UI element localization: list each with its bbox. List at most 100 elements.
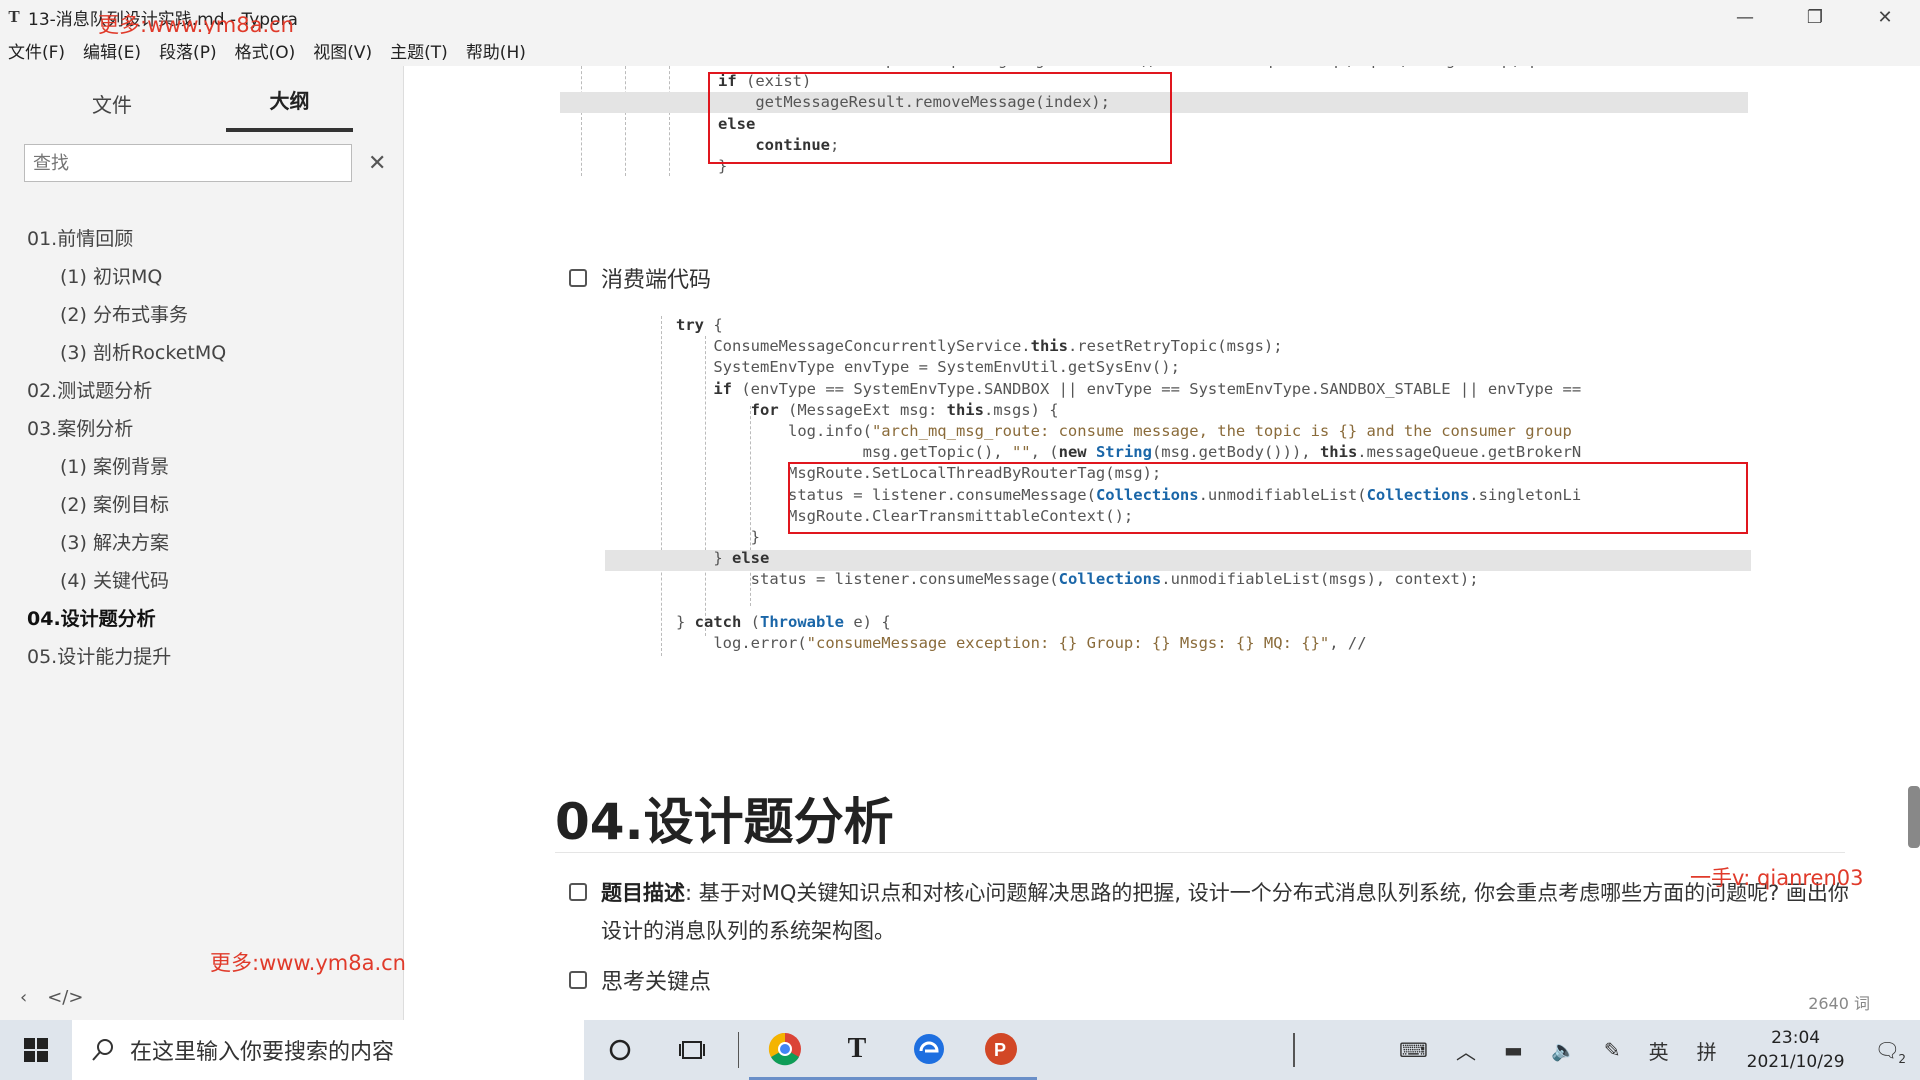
- outline-item[interactable]: (3) 剖析RocketMQ: [0, 334, 403, 372]
- code-line[interactable]: } else: [676, 548, 1581, 569]
- taskbar-divider: [738, 1032, 739, 1068]
- outline-item[interactable]: (2) 案例目标: [0, 486, 403, 524]
- cortana-icon[interactable]: [584, 1020, 656, 1080]
- code-line[interactable]: log.error("consumeMessage exception: {} …: [676, 633, 1581, 654]
- battery-icon[interactable]: ▬: [1504, 1038, 1523, 1062]
- menu-file[interactable]: 文件(F): [8, 38, 65, 63]
- system-tray: ⌨ ︿ ▬ 🔈 ✎ 英 拼 23:04 2021/10/29 🗨 2: [1293, 1020, 1920, 1080]
- code-line[interactable]: log.info("arch_mq_msg_route: consume mes…: [676, 421, 1581, 442]
- task-label: 消费端代码: [601, 268, 712, 293]
- tab-files[interactable]: 文件: [12, 89, 212, 132]
- taskbar-search-placeholder: 在这里输入你要搜索的内容: [130, 1040, 395, 1065]
- clock-date: 2021/10/29: [1746, 1052, 1845, 1072]
- clear-search-icon[interactable]: ✕: [368, 151, 386, 176]
- outline-item[interactable]: (4) 关键代码: [0, 562, 403, 600]
- menu-format[interactable]: 格式(O): [235, 38, 296, 63]
- svg-text:P: P: [994, 1040, 1006, 1060]
- minimize-button[interactable]: —: [1710, 0, 1780, 34]
- code-line[interactable]: if (envType == SystemEnvType.SANDBOX || …: [676, 379, 1581, 400]
- task-label: 思考关键点: [601, 970, 712, 995]
- code-line[interactable]: msg.getTopic(), "", (new String(msg.getB…: [676, 442, 1582, 463]
- code-line[interactable]: } catch (Throwable e) {: [676, 612, 1581, 633]
- code-line[interactable]: status = listener.consumeMessage(Collect…: [676, 569, 1581, 590]
- outline-list: 01.前情回顾 (1) 初识MQ (2) 分布式事务 (3) 剖析RocketMQ 02…: [0, 220, 403, 676]
- typora-icon: T: [847, 1032, 867, 1064]
- close-button[interactable]: ✕: [1850, 0, 1920, 34]
- typora-app-icon: T: [8, 7, 20, 26]
- outline-item[interactable]: 04.设计题分析: [0, 600, 403, 638]
- watermark-sidebar: 更多:www.ym8a.cn: [210, 951, 406, 975]
- code-line[interactable]: for (MessageExt msg: this.msgs) {: [676, 400, 1581, 421]
- windows-logo-icon: [24, 1038, 48, 1062]
- pen-icon[interactable]: ✎: [1604, 1038, 1621, 1062]
- code-line[interactable]: try {: [676, 315, 1581, 336]
- task-view-icon[interactable]: [656, 1020, 728, 1080]
- powerpoint-app[interactable]: P: [965, 1020, 1037, 1080]
- section-heading: 04.设计题分析: [555, 793, 894, 851]
- code-line[interactable]: [676, 590, 1581, 611]
- tray-divider: [1293, 1033, 1296, 1067]
- menu-edit[interactable]: 编辑(E): [83, 38, 141, 63]
- task-view-glyph-icon: [679, 1041, 705, 1059]
- outline-item[interactable]: 01.前情回顾: [0, 220, 403, 258]
- code-line[interactable]: ConsumeMessageConcurrentlyService.this.r…: [676, 336, 1581, 357]
- window-controls: — ❐ ✕: [1710, 0, 1920, 34]
- maximize-button[interactable]: ❐: [1780, 0, 1850, 34]
- notification-count: 2: [1898, 1052, 1906, 1066]
- notification-icon[interactable]: 🗨 2: [1875, 1038, 1906, 1066]
- outline-item[interactable]: (1) 初识MQ: [0, 258, 403, 296]
- volume-icon[interactable]: 🔈: [1551, 1038, 1576, 1062]
- sidebar: 文件 大纲 ✕ 01.前情回顾(1) 初识MQ(2) 分布式事务(3) 剖析Ro…: [0, 66, 404, 1020]
- outline-item[interactable]: 03.案例分析: [0, 410, 403, 448]
- ime-language[interactable]: 英: [1649, 1036, 1669, 1065]
- chevron-left-icon[interactable]: ‹: [20, 987, 27, 1008]
- highlight-box-consumer: [788, 462, 1748, 534]
- task-description-label: 题目描述: [601, 881, 685, 905]
- cortana-circle-icon: [609, 1039, 631, 1061]
- sidebar-tabs: 文件 大纲: [0, 66, 403, 132]
- clock[interactable]: 23:04 2021/10/29: [1747, 1026, 1845, 1074]
- word-count[interactable]: 2640 词: [1808, 990, 1870, 1014]
- indent-guide: [669, 66, 670, 176]
- menu-theme[interactable]: 主题(T): [390, 38, 448, 63]
- powerpoint-icon: P: [985, 1032, 1017, 1065]
- typora-app[interactable]: T: [821, 1020, 893, 1080]
- outline-item[interactable]: 02.测试题分析: [0, 372, 403, 410]
- chevron-up-icon[interactable]: ︿: [1456, 1036, 1476, 1065]
- menu-paragraph[interactable]: 段落(P): [159, 38, 217, 63]
- task-checkbox[interactable]: [569, 269, 587, 287]
- task-item-consumer: 消费端代码: [569, 262, 711, 294]
- outline-item[interactable]: (2) 分布式事务: [0, 296, 403, 334]
- code-line[interactable]: SystemEnvType envType = SystemEnvUtil.ge…: [676, 357, 1581, 378]
- heading-divider: [555, 852, 1845, 853]
- menu-bar: 文件(F) 编辑(E) 段落(P) 格式(O) 视图(V) 主题(T) 帮助(H…: [0, 34, 1920, 66]
- taskbar-search[interactable]: 在这里输入你要搜索的内容: [72, 1020, 584, 1080]
- task-description: 题目描述: 基于对MQ关键知识点和对核心问题解决思路的把握, 设计一个分布式消息…: [601, 874, 1851, 950]
- chrome-app[interactable]: [749, 1020, 821, 1080]
- outline-search-row: ✕: [24, 144, 403, 182]
- browser-app[interactable]: [893, 1020, 965, 1080]
- task-checkbox-description[interactable]: [569, 883, 587, 901]
- keyboard-icon[interactable]: ⌨: [1399, 1038, 1428, 1062]
- scrollbar-thumb[interactable]: [1908, 786, 1920, 848]
- source-code-toggle-icon[interactable]: </>: [47, 987, 83, 1008]
- task-description-text: : 基于对MQ关键知识点和对核心问题解决思路的把握, 设计一个分布式消息队列系统…: [601, 881, 1849, 943]
- task-item-key-points: 思考关键点: [569, 964, 711, 996]
- highlight-box-top: [708, 72, 1172, 164]
- outline-item[interactable]: 05.设计能力提升: [0, 638, 403, 676]
- watermark-right: 一手v: qianren03: [1690, 866, 1864, 890]
- ime-mode[interactable]: 拼: [1697, 1036, 1717, 1065]
- outline-search-input[interactable]: [24, 144, 352, 182]
- chrome-icon: [768, 1032, 801, 1065]
- menu-help[interactable]: 帮助(H): [466, 38, 526, 63]
- tab-outline[interactable]: 大纲: [226, 85, 353, 132]
- indent-guide: [625, 66, 626, 176]
- editor-area[interactable]: Boolean exist = TopicGroupManager.getIns…: [405, 66, 1920, 1020]
- start-button[interactable]: [0, 1020, 72, 1080]
- outline-item[interactable]: (3) 解决方案: [0, 524, 403, 562]
- taskbar: 在这里输入你要搜索的内容 T P ⌨ ︿ ▬ 🔈 ✎ 英 拼 23:04 202…: [0, 1020, 1920, 1080]
- outline-item[interactable]: (1) 案例背景: [0, 448, 403, 486]
- task-checkbox[interactable]: [569, 971, 587, 989]
- browser-icon: [914, 1033, 944, 1064]
- menu-view[interactable]: 视图(V): [313, 38, 372, 63]
